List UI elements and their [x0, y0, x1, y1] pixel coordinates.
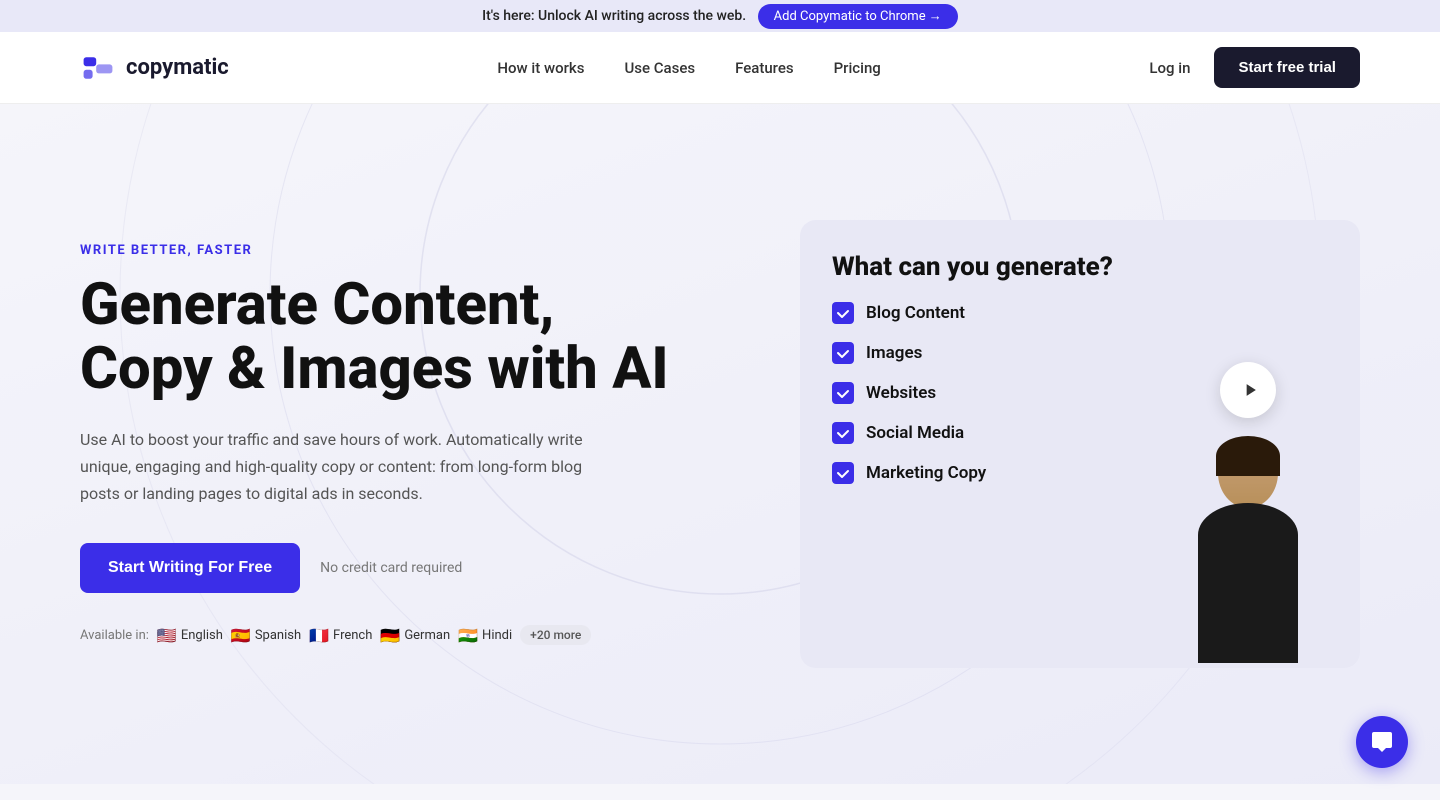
- navbar: copymatic How it works Use Cases Feature…: [0, 32, 1440, 104]
- play-button[interactable]: [1220, 362, 1276, 418]
- no-credit-card-text: No credit card required: [320, 560, 462, 576]
- nav-features[interactable]: Features: [735, 59, 793, 77]
- check-icon-social: [832, 422, 854, 444]
- flag-french: 🇫🇷: [309, 626, 329, 645]
- checklist-item-blog: Blog Content: [832, 302, 1148, 324]
- check-icon-images: [832, 342, 854, 364]
- available-in-row: Available in: 🇺🇸 English 🇪🇸 Spanish 🇫🇷 F…: [80, 625, 680, 645]
- flag-german: 🇩🇪: [380, 626, 400, 645]
- nav-how-it-works[interactable]: How it works: [497, 59, 584, 77]
- available-label: Available in:: [80, 628, 149, 643]
- lang-german: 🇩🇪 German: [380, 626, 450, 645]
- lang-english: 🇺🇸 English: [157, 626, 223, 645]
- checklist-item-images: Images: [832, 342, 1148, 364]
- lang-french-label: French: [333, 628, 372, 643]
- cta-row: Start Writing For Free No credit card re…: [80, 543, 680, 593]
- hero-title: Generate Content, Copy & Images with AI: [80, 274, 680, 402]
- chat-button[interactable]: [1356, 716, 1408, 768]
- lang-french: 🇫🇷 French: [309, 626, 372, 645]
- nav-pricing[interactable]: Pricing: [834, 59, 881, 77]
- checklist-item-websites: Websites: [832, 382, 1148, 404]
- flag-english: 🇺🇸: [157, 626, 177, 645]
- banner-cta[interactable]: Add Copymatic to Chrome →: [758, 4, 958, 29]
- start-writing-button[interactable]: Start Writing For Free: [80, 543, 300, 593]
- nav-use-cases[interactable]: Use Cases: [624, 59, 695, 77]
- main-content: WRITE BETTER, FASTER Generate Content, C…: [0, 104, 1440, 784]
- checklist: Blog Content Images Websites: [832, 302, 1148, 502]
- checklist-label-websites: Websites: [866, 383, 936, 403]
- checklist-label-social: Social Media: [866, 423, 964, 443]
- lang-german-label: German: [404, 628, 450, 643]
- banner-text: It's here: Unlock AI writing across the …: [482, 8, 750, 24]
- more-languages-badge: +20 more: [520, 625, 591, 645]
- hero-description: Use AI to boost your traffic and save ho…: [80, 426, 600, 508]
- lang-english-label: English: [181, 628, 223, 643]
- flag-spanish: 🇪🇸: [231, 626, 251, 645]
- checklist-label-images: Images: [866, 343, 922, 363]
- banner-highlight: It's here:: [482, 8, 534, 24]
- hero-tagline: WRITE BETTER, FASTER: [80, 243, 680, 258]
- checklist-item-social: Social Media: [832, 422, 1148, 444]
- start-trial-button[interactable]: Start free trial: [1214, 47, 1360, 88]
- top-banner: It's here: Unlock AI writing across the …: [0, 0, 1440, 32]
- hero-right: What can you generate? Blog Content Imag…: [680, 220, 1360, 668]
- check-icon-blog: [832, 302, 854, 324]
- logo[interactable]: copymatic: [80, 50, 229, 86]
- nav-actions: Log in Start free trial: [1149, 47, 1360, 88]
- card-title: What can you generate?: [832, 252, 1328, 282]
- lang-hindi-label: Hindi: [482, 628, 512, 643]
- check-icon-marketing: [832, 462, 854, 484]
- hero-title-line2: Copy & Images with AI: [80, 335, 669, 403]
- play-area: [1168, 302, 1328, 668]
- hero-title-line1: Generate Content,: [80, 271, 554, 339]
- banner-main: Unlock AI writing across the web.: [538, 8, 746, 24]
- lang-hindi: 🇮🇳 Hindi: [458, 626, 512, 645]
- video-card: What can you generate? Blog Content Imag…: [800, 220, 1360, 668]
- logo-icon: [80, 50, 116, 86]
- login-link[interactable]: Log in: [1149, 59, 1190, 77]
- lang-spanish-label: Spanish: [255, 628, 301, 643]
- logo-text: copymatic: [126, 55, 229, 80]
- checklist-item-marketing: Marketing Copy: [832, 462, 1148, 484]
- check-icon-websites: [832, 382, 854, 404]
- checklist-label-blog: Blog Content: [866, 303, 965, 323]
- lang-spanish: 🇪🇸 Spanish: [231, 626, 301, 645]
- flag-hindi: 🇮🇳: [458, 626, 478, 645]
- nav-links: How it works Use Cases Features Pricing: [497, 58, 880, 77]
- checklist-label-marketing: Marketing Copy: [866, 463, 986, 483]
- hero-left: WRITE BETTER, FASTER Generate Content, C…: [80, 243, 680, 645]
- card-body: Blog Content Images Websites: [832, 302, 1328, 668]
